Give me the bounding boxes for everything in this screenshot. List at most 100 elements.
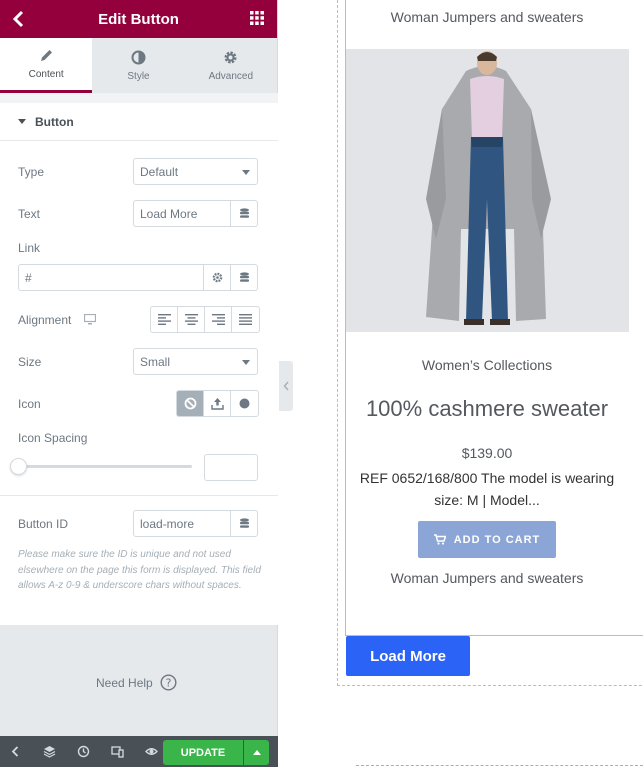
- database-icon: [239, 208, 249, 218]
- caret-down-icon: [18, 119, 26, 124]
- text-label: Text: [18, 207, 41, 221]
- eye-icon: [144, 748, 158, 755]
- product-category-top[interactable]: Woman Jumpers and sweaters: [345, 9, 629, 25]
- icon-choose-buttons: [176, 390, 259, 417]
- icon-spacing-input[interactable]: [204, 454, 258, 481]
- question-circle-icon: ?: [160, 674, 177, 691]
- divider: [0, 495, 278, 496]
- icon-none-button[interactable]: [177, 391, 204, 416]
- need-help-link[interactable]: Need Help ?: [96, 674, 177, 691]
- panel-tabs: Content Style Advanced: [0, 38, 277, 93]
- chevron-left-icon: [283, 381, 289, 391]
- text-dynamic-tags-button[interactable]: [231, 200, 258, 227]
- icon-library-button[interactable]: [231, 391, 258, 416]
- icon-upload-button[interactable]: [204, 391, 231, 416]
- link-input[interactable]: #: [18, 264, 204, 291]
- gear-icon: [224, 51, 237, 63]
- need-help-label: Need Help: [96, 675, 153, 690]
- product-image[interactable]: [346, 49, 629, 332]
- link-options-button[interactable]: [204, 264, 231, 291]
- align-right-button[interactable]: [205, 307, 232, 332]
- alignment-buttons: [150, 306, 260, 333]
- product-collection[interactable]: Women’s Collections: [345, 357, 629, 373]
- align-center-icon: [184, 314, 198, 325]
- footer-back-button[interactable]: [4, 736, 26, 767]
- type-select[interactable]: Default: [133, 158, 258, 185]
- button-id-label: Button ID: [18, 517, 69, 531]
- button-id-input[interactable]: load-more: [133, 510, 231, 537]
- text-value: Load More: [140, 206, 198, 221]
- database-icon: [239, 272, 249, 282]
- history-button[interactable]: [72, 736, 94, 767]
- alignment-label: Alignment: [18, 313, 72, 327]
- dropdown-arrow-icon: [242, 170, 250, 175]
- tab-advanced[interactable]: Advanced: [185, 38, 277, 93]
- widgets-grid-icon[interactable]: [250, 11, 264, 25]
- icon-spacing-label: Icon Spacing: [18, 431, 88, 445]
- product-price: $139.00: [461, 445, 513, 461]
- contrast-icon: [131, 50, 146, 64]
- layers-icon: [43, 746, 55, 758]
- back-icon[interactable]: [10, 9, 28, 29]
- tab-advanced-label: Advanced: [208, 70, 254, 82]
- text-input[interactable]: Load More: [133, 200, 231, 227]
- pencil-icon: [40, 50, 52, 61]
- chevron-up-icon: [252, 750, 261, 755]
- navigator-button[interactable]: [38, 736, 60, 767]
- add-to-cart-button[interactable]: ADD TO CART: [418, 521, 556, 558]
- cart-icon: [433, 534, 446, 545]
- gear-icon: [212, 272, 222, 283]
- history-icon: [77, 745, 89, 758]
- preview-button[interactable]: [140, 736, 162, 767]
- database-icon: [239, 518, 249, 528]
- align-left-icon: [157, 314, 171, 325]
- button-id-dynamic-tags-button[interactable]: [231, 510, 258, 537]
- svg-text:?: ?: [165, 677, 171, 690]
- icon-spacing-slider-handle[interactable]: [10, 458, 27, 475]
- product-description: REF 0652/168/800 The model is wearing si…: [359, 470, 615, 508]
- link-label: Link: [18, 241, 41, 255]
- size-label: Size: [18, 355, 42, 369]
- align-center-button[interactable]: [178, 307, 205, 332]
- size-value: Small: [140, 354, 171, 369]
- size-select[interactable]: Small: [133, 348, 258, 375]
- link-value: #: [25, 270, 32, 285]
- editor-panel: Edit Button Content Style Advanced Butto…: [0, 0, 278, 767]
- desktop-icon[interactable]: [84, 314, 96, 325]
- tab-content-label: Content: [28, 69, 64, 80]
- responsive-mode-button[interactable]: [106, 736, 128, 767]
- link-dynamic-tags-button[interactable]: [231, 264, 258, 291]
- devices-icon: [110, 746, 124, 758]
- dropdown-arrow-icon: [242, 360, 250, 365]
- section-button-header[interactable]: Button: [0, 93, 278, 141]
- tab-style-label: Style: [127, 70, 150, 82]
- panel-footer: UPDATE: [0, 736, 278, 767]
- circle-icon: [239, 398, 250, 409]
- panel-header: Edit Button: [0, 0, 277, 38]
- update-options-button[interactable]: [244, 740, 269, 765]
- type-value: Default: [140, 164, 179, 179]
- update-button[interactable]: UPDATE: [163, 740, 243, 765]
- chevron-left-icon: [11, 746, 18, 757]
- tab-content[interactable]: Content: [0, 38, 93, 93]
- align-justify-button[interactable]: [232, 307, 259, 332]
- panel-title: Edit Button: [98, 10, 179, 28]
- upload-icon: [210, 398, 224, 410]
- align-right-icon: [211, 314, 225, 325]
- align-justify-icon: [239, 314, 252, 325]
- section-outline-bottom: [356, 765, 643, 766]
- app-root: Edit Button Content Style Advanced Butto…: [0, 0, 643, 767]
- ban-icon: [184, 397, 196, 410]
- button-id-value: load-more: [140, 516, 195, 531]
- type-label: Type: [18, 165, 45, 179]
- button-id-note: Please make sure the ID is unique and no…: [18, 549, 261, 591]
- icon-label: Icon: [18, 397, 41, 411]
- product-title[interactable]: 100% cashmere sweater: [345, 396, 629, 422]
- panel-collapse-toggle[interactable]: [279, 361, 293, 411]
- product-category-bottom[interactable]: Woman Jumpers and sweaters: [345, 570, 629, 586]
- load-more-button[interactable]: Load More: [346, 636, 470, 676]
- align-left-button[interactable]: [151, 307, 178, 332]
- section-title: Button: [35, 114, 74, 129]
- tab-style[interactable]: Style: [92, 38, 184, 93]
- icon-spacing-slider-track[interactable]: [18, 465, 192, 468]
